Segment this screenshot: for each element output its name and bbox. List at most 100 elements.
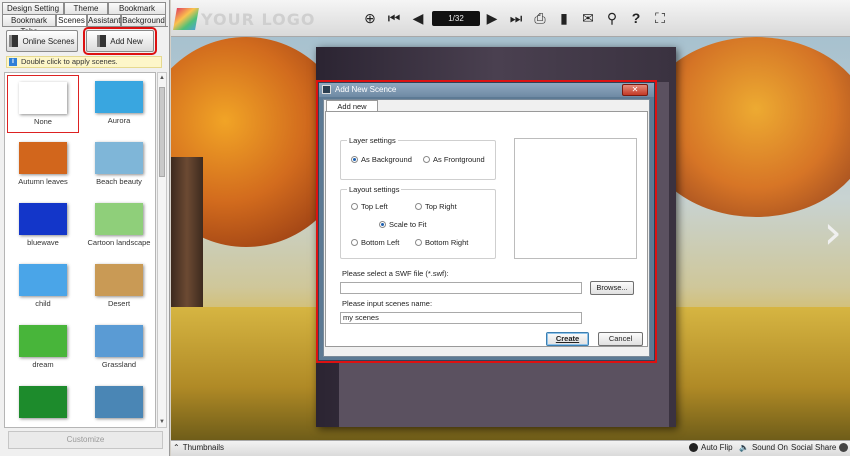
- scene-thumbnail: [95, 203, 143, 235]
- scene-name-input[interactable]: my scenes: [340, 312, 582, 324]
- social-share-button[interactable]: Social Share: [791, 443, 849, 452]
- top-left-label: Top Left: [361, 202, 388, 211]
- scene-item[interactable]: Beach beauty: [83, 136, 155, 194]
- scene-item[interactable]: Autumn leaves: [7, 136, 79, 194]
- page-indicator[interactable]: 1/32: [432, 11, 480, 26]
- scene-item[interactable]: Cartoon landscape: [83, 197, 155, 255]
- scene-thumbnail: [19, 142, 67, 174]
- online-scenes-button[interactable]: Online Scenes: [6, 30, 78, 52]
- auto-flip-toggle[interactable]: Auto Flip: [689, 443, 733, 452]
- scrollbar-thumb[interactable]: [159, 87, 165, 177]
- search-icon[interactable]: ⚲: [603, 9, 621, 27]
- scene-preview: [514, 138, 637, 259]
- scene-label: Grassland: [101, 360, 137, 369]
- dialog-titlebar[interactable]: Add New Scence ✕: [319, 83, 654, 97]
- scene-list-scrollbar[interactable]: ▲ ▼: [157, 72, 167, 428]
- email-icon[interactable]: ✉: [579, 9, 597, 27]
- info-icon: i: [9, 58, 17, 66]
- scene-label: None: [34, 117, 52, 126]
- scene-item[interactable]: [83, 380, 155, 427]
- book-icon: [9, 35, 19, 47]
- radio-icon: [423, 156, 430, 163]
- bottom-right-radio[interactable]: Bottom Right: [415, 238, 468, 247]
- book-icon: [97, 35, 107, 47]
- fullscreen-icon[interactable]: ⛶: [651, 9, 669, 27]
- scene-label: bluewave: [27, 238, 59, 247]
- thumbnails-toggle[interactable]: ⌃ Thumbnails: [173, 443, 224, 452]
- top-right-radio[interactable]: Top Right: [415, 202, 457, 211]
- swf-file-input[interactable]: [340, 282, 582, 294]
- dialog-panel: Layer settings As Background As Frontgro…: [325, 111, 648, 347]
- create-button[interactable]: Create: [546, 332, 589, 346]
- scene-thumbnail: [19, 386, 67, 418]
- scene-item[interactable]: Grassland: [83, 319, 155, 377]
- bottom-left-label: Bottom Left: [361, 238, 400, 247]
- share-icon: [839, 443, 849, 452]
- scene-item[interactable]: child: [7, 258, 79, 316]
- scene-item[interactable]: [7, 380, 79, 427]
- next-page-icon[interactable]: ▶: [483, 9, 501, 27]
- add-new-button[interactable]: Add New: [83, 27, 157, 55]
- logo-text: YOUR LOGO: [201, 9, 316, 29]
- auto-flip-label: Auto Flip: [701, 443, 733, 452]
- scene-thumbnail: [95, 325, 143, 357]
- customize-button[interactable]: Customize: [8, 431, 163, 449]
- close-icon[interactable]: ✕: [622, 84, 648, 96]
- scene-item[interactable]: None: [7, 75, 79, 133]
- scene-name-label: Please input scenes name:: [342, 299, 433, 308]
- prev-page-icon[interactable]: ◀: [409, 9, 427, 27]
- app-icon: [322, 85, 331, 94]
- scroll-up-icon[interactable]: ▲: [158, 73, 166, 83]
- add-new-scene-dialog: Add New Scence ✕ Add new scene Layer set…: [318, 82, 655, 361]
- scene-label: Aurora: [107, 116, 131, 125]
- thumbnails-label: Thumbnails: [182, 443, 225, 452]
- scene-label: dream: [32, 360, 54, 369]
- scene-item[interactable]: dream: [7, 319, 79, 377]
- help-icon[interactable]: ?: [627, 9, 645, 27]
- scene-label: Desert: [107, 299, 131, 308]
- scene-thumbnail: [95, 81, 143, 113]
- sound-on-label: Sound On: [751, 443, 788, 452]
- logo: YOUR LOGO: [173, 8, 316, 30]
- radio-selected-icon: [379, 221, 386, 228]
- hint-bar: i Double click to apply scenes.: [6, 56, 162, 68]
- radio-selected-icon: [351, 156, 358, 163]
- scale-to-fit-radio[interactable]: Scale to Fit: [379, 220, 427, 229]
- print-icon[interactable]: ⎙: [531, 9, 549, 27]
- social-share-label: Social Share: [791, 443, 837, 452]
- last-page-icon[interactable]: ⏭: [507, 9, 525, 27]
- as-frontground-label: As Frontground: [433, 155, 485, 164]
- zoom-in-icon[interactable]: ⊕: [361, 9, 379, 27]
- speaker-icon: 🔈: [739, 443, 749, 452]
- top-left-radio[interactable]: Top Left: [351, 202, 388, 211]
- scene-thumbnail: [95, 264, 143, 296]
- sound-toggle[interactable]: 🔈 Sound On: [739, 443, 788, 452]
- scale-to-fit-label: Scale to Fit: [389, 220, 427, 229]
- scene-thumbnail: [19, 203, 67, 235]
- online-scenes-label: Online Scenes: [22, 36, 75, 46]
- first-page-icon[interactable]: ⏮: [385, 9, 403, 27]
- add-new-label: Add New: [110, 36, 143, 46]
- scroll-down-icon[interactable]: ▼: [158, 417, 166, 427]
- scene-thumbnail: [95, 142, 143, 174]
- scene-label: Autumn leaves: [18, 177, 68, 186]
- scene-item[interactable]: bluewave: [7, 197, 79, 255]
- as-background-radio[interactable]: As Background: [351, 155, 412, 164]
- scene-item[interactable]: Desert: [83, 258, 155, 316]
- logo-mark-icon: [173, 8, 199, 30]
- as-background-label: As Background: [361, 155, 412, 164]
- play-icon: [689, 443, 698, 452]
- next-page-arrow-icon[interactable]: ›: [824, 209, 842, 255]
- browse-button[interactable]: Browse...: [590, 281, 634, 295]
- scene-list: None Aurora Autumn leaves Beach beauty bluew…: [4, 72, 156, 428]
- cancel-button[interactable]: Cancel: [598, 332, 643, 346]
- bookmark-icon[interactable]: ▮: [555, 9, 573, 27]
- top-right-label: Top Right: [425, 202, 457, 211]
- radio-icon: [351, 203, 358, 210]
- scene-item[interactable]: Aurora: [83, 75, 155, 133]
- layer-settings-group: Layer settings As Background As Frontgro…: [340, 136, 496, 180]
- bottom-left-radio[interactable]: Bottom Left: [351, 238, 399, 247]
- scene-label: Beach beauty: [96, 177, 142, 186]
- as-frontground-radio[interactable]: As Frontground: [423, 155, 485, 164]
- chevron-up-icon: ⌃: [173, 443, 180, 452]
